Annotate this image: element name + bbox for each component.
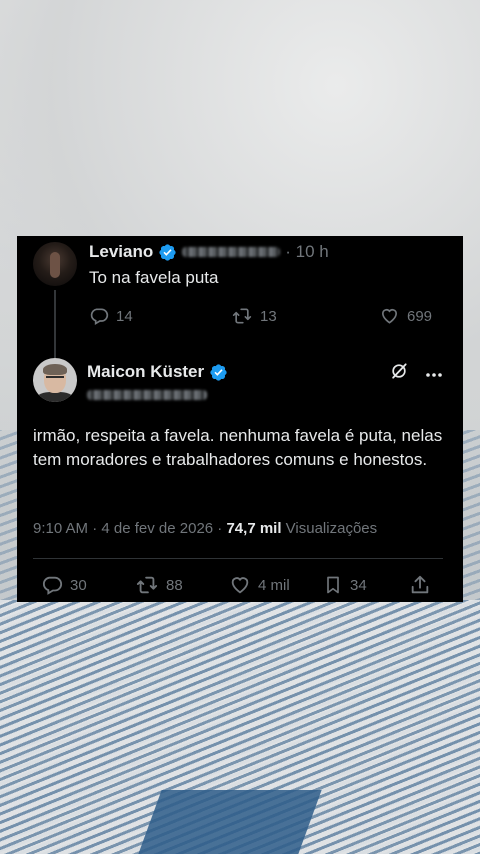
more-icon[interactable]: [425, 365, 443, 383]
main-bookmark-count: 34: [350, 576, 367, 594]
background-fabric-blue: [138, 790, 322, 854]
parent-author-handle-blurred: [182, 247, 281, 257]
main-tweet-text: irmão, respeita a favela. nenhuma favela…: [33, 426, 443, 469]
like-icon: [229, 574, 251, 596]
views-count: 74,7 mil: [226, 520, 282, 537]
retweet-icon: [135, 574, 159, 596]
main-tweet-actions: 30 88 4 mil 34: [41, 574, 441, 598]
parent-tweet-time[interactable]: · 10 h: [285, 242, 328, 262]
main-tweet-meta: 9:10 AM · 4 de fev de 2026 · 74,7 mil Vi…: [33, 520, 377, 537]
main-author-handle-blurred: [87, 390, 207, 400]
parent-like-button[interactable]: 699: [379, 306, 432, 326]
main-like-button[interactable]: 4 mil: [229, 574, 290, 596]
main-like-count: 4 mil: [258, 576, 290, 594]
parent-tweet-text: To na favela puta: [89, 268, 219, 287]
reply-icon: [89, 306, 109, 326]
main-retweet-count: 88: [166, 576, 183, 594]
like-icon: [379, 306, 400, 326]
retweet-icon: [231, 306, 253, 326]
verified-badge-icon: [209, 363, 228, 382]
thread-line: [54, 290, 56, 362]
parent-author-name[interactable]: Leviano: [89, 242, 153, 262]
main-bookmark-button[interactable]: 34: [323, 574, 367, 596]
share-icon: [409, 574, 431, 596]
grok-icon[interactable]: [389, 361, 409, 386]
avatar-leviano[interactable]: [33, 242, 77, 286]
tweet-card: Leviano · 10 h To na favela puta 14 13 6…: [17, 236, 463, 602]
divider: [33, 558, 443, 559]
main-tweet-tools: [389, 361, 443, 386]
parent-tweet-header: Leviano · 10 h: [89, 240, 329, 264]
main-retweet-button[interactable]: 88: [135, 574, 183, 596]
main-tweet-header: Maicon Küster: [87, 360, 228, 384]
reply-icon: [41, 574, 63, 596]
main-author-name[interactable]: Maicon Küster: [87, 362, 204, 382]
main-reply-button[interactable]: 30: [41, 574, 87, 596]
parent-reply-count: 14: [116, 307, 133, 325]
views-label: Visualizações: [281, 520, 378, 537]
main-tweet-timestamp[interactable]: 9:10 AM · 4 de fev de 2026 ·: [33, 520, 226, 537]
main-reply-count: 30: [70, 576, 87, 594]
bookmark-icon: [323, 574, 343, 596]
parent-retweet-count: 13: [260, 307, 277, 325]
parent-retweet-button[interactable]: 13: [231, 306, 277, 326]
parent-reply-button[interactable]: 14: [89, 306, 133, 326]
verified-badge-icon: [158, 243, 177, 262]
main-share-button[interactable]: [409, 574, 431, 596]
parent-tweet-actions: 14 13 699: [89, 306, 449, 330]
parent-like-count: 699: [407, 307, 433, 325]
avatar-maicon-kuster[interactable]: [33, 358, 77, 402]
